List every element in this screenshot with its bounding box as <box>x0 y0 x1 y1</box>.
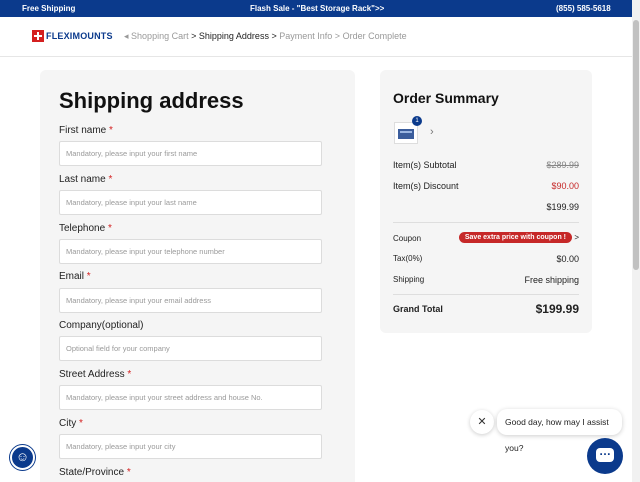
grand-total-value: $199.99 <box>535 302 579 316</box>
city-label: City * <box>59 418 83 429</box>
subtotal-row: Item(s) Subtotal $289.99 <box>393 160 579 170</box>
tax-value: $0.00 <box>556 254 579 264</box>
first-name-field[interactable] <box>59 141 322 166</box>
shipping-row: Shipping Free shipping <box>393 275 579 285</box>
summary-divider <box>393 294 579 295</box>
breadcrumb-payment-info: Payment Info <box>279 31 333 41</box>
logo-text: FLEXIMOUNTS <box>46 31 113 41</box>
email-field[interactable] <box>59 288 322 313</box>
grand-total-row: Grand Total $199.99 <box>393 302 579 316</box>
breadcrumb-separator: > <box>271 31 277 41</box>
flash-sale-link[interactable]: Flash Sale - "Best Storage Rack">> <box>250 4 384 13</box>
coupon-row: Coupon Save extra price with coupon ! > <box>393 232 579 243</box>
email-label: Email * <box>59 271 91 282</box>
scrollbar-thumb[interactable] <box>633 20 639 270</box>
discount-label: Item(s) Discount <box>393 181 459 191</box>
discount-row: Item(s) Discount $90.00 <box>393 181 579 191</box>
shipping-address-form: Shipping address First name * Last name … <box>40 70 355 482</box>
grand-total-label: Grand Total <box>393 304 443 314</box>
back-arrow-icon[interactable]: ◂ <box>124 31 129 41</box>
street-address-field[interactable] <box>59 385 322 410</box>
telephone-label: Telephone * <box>59 223 112 234</box>
storage-rack-image-icon <box>398 129 414 139</box>
chat-icon <box>596 444 614 462</box>
first-name-label: First name * <box>59 125 113 136</box>
tax-row: Tax(0%) $0.00 <box>393 254 579 264</box>
shipping-label: Shipping <box>393 275 425 284</box>
chat-greeting-bubble[interactable]: Good day, how may I assist you? <box>497 409 622 453</box>
page-title: Shipping address <box>59 88 244 113</box>
tax-label: Tax(0%) <box>393 254 423 263</box>
free-shipping-text: Free Shipping <box>22 4 76 13</box>
shipping-value: Free shipping <box>524 275 579 285</box>
company-label: Company(optional) <box>59 320 144 331</box>
discount-value: $90.00 <box>551 181 579 191</box>
coupon-button[interactable]: Save extra price with coupon ! <box>458 232 572 243</box>
net-total-value: $199.99 <box>546 202 579 212</box>
street-address-label: Street Address * <box>59 369 132 380</box>
quantity-badge: 1 <box>412 116 422 126</box>
last-name-field[interactable] <box>59 190 322 215</box>
breadcrumb-separator: > <box>334 31 341 41</box>
order-summary-title: Order Summary <box>393 90 499 106</box>
phone-number[interactable]: (855) 585-5618 <box>556 4 611 13</box>
order-summary: Order Summary 1 › Item(s) Subtotal $289.… <box>380 70 592 333</box>
breadcrumb: ◂ Shopping Cart > Shipping Address > Pay… <box>124 31 407 42</box>
subtotal-value: $289.99 <box>546 160 579 170</box>
breadcrumb-order-complete: Order Complete <box>342 31 407 41</box>
chat-launcher-button[interactable] <box>587 438 623 474</box>
telephone-field[interactable] <box>59 239 322 264</box>
coupon-label: Coupon <box>393 234 422 243</box>
summary-divider <box>393 222 579 223</box>
coupon-chevron-icon[interactable]: > <box>574 233 579 242</box>
site-logo[interactable]: FLEXIMOUNTS <box>32 30 113 42</box>
breadcrumb-shipping-address: Shipping Address <box>198 31 269 41</box>
breadcrumb-separator: > <box>191 31 197 41</box>
subtotal-label: Item(s) Subtotal <box>393 160 457 170</box>
checkout-header: FLEXIMOUNTS ◂ Shopping Cart > Shipping A… <box>0 17 632 57</box>
page-scrollbar[interactable] <box>632 0 640 482</box>
accessibility-icon[interactable]: ☺ <box>10 445 35 470</box>
state-province-label: State/Province * <box>59 467 131 478</box>
top-promo-bar: Free Shipping Flash Sale - "Best Storage… <box>0 0 632 17</box>
breadcrumb-shopping-cart[interactable]: Shopping Cart <box>131 31 189 41</box>
chat-close-icon[interactable]: ✕ <box>470 410 494 434</box>
last-name-label: Last name * <box>59 174 113 185</box>
city-field[interactable] <box>59 434 322 459</box>
logo-mark-icon <box>32 30 44 42</box>
chevron-right-icon[interactable]: › <box>430 126 434 138</box>
company-field[interactable] <box>59 336 322 361</box>
